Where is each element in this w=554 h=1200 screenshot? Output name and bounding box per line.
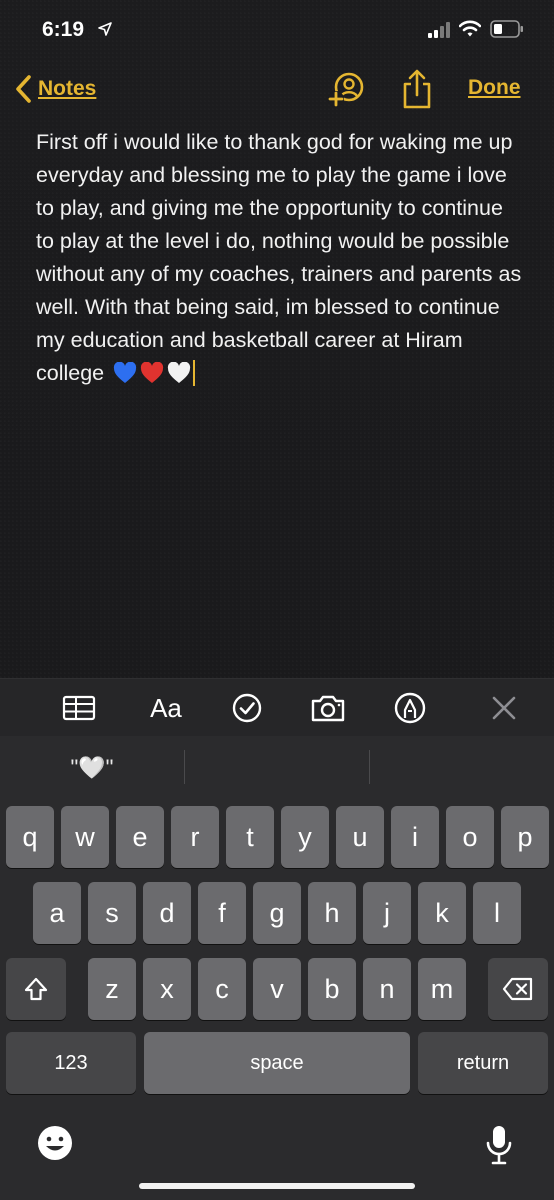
key-t[interactable]: t	[226, 806, 274, 868]
key-i[interactable]: i	[391, 806, 439, 868]
done-button[interactable]: Done	[468, 76, 521, 100]
key-m[interactable]: m	[418, 958, 466, 1020]
shift-arrow-icon	[24, 977, 48, 1001]
home-indicator	[139, 1183, 415, 1189]
notes-app: 6:19 Notes Done First off i would like t…	[0, 0, 554, 1200]
numbers-key[interactable]: 123	[6, 1032, 136, 1094]
chevron-left-icon	[16, 75, 31, 103]
key-r[interactable]: r	[171, 806, 219, 868]
key-l[interactable]: l	[473, 882, 521, 944]
backspace-icon	[502, 977, 533, 1001]
key-e[interactable]: e	[116, 806, 164, 868]
key-b[interactable]: b	[308, 958, 356, 1020]
key-a[interactable]: a	[33, 882, 81, 944]
back-label: Notes	[38, 77, 97, 100]
key-c[interactable]: c	[198, 958, 246, 1020]
text-format-icon: Aa	[150, 692, 182, 723]
microphone-icon[interactable]	[484, 1124, 514, 1166]
table-icon[interactable]	[62, 691, 96, 725]
key-n[interactable]: n	[363, 958, 411, 1020]
key-p[interactable]: p	[501, 806, 549, 868]
close-icon[interactable]	[490, 691, 518, 725]
suggestion-3[interactable]	[370, 736, 554, 800]
return-key[interactable]: return	[418, 1032, 548, 1094]
text-format-button[interactable]: Aa	[146, 691, 186, 725]
add-people-icon[interactable]	[326, 70, 366, 110]
text-cursor	[193, 360, 196, 386]
note-editor[interactable]: First off i would like to thank god for …	[36, 126, 522, 390]
markup-pen-icon[interactable]	[393, 691, 427, 725]
battery-icon	[490, 20, 523, 38]
checklist-icon[interactable]	[231, 691, 263, 725]
suggestion-bar: "🤍"	[0, 736, 554, 800]
key-v[interactable]: v	[253, 958, 301, 1020]
camera-icon[interactable]	[310, 691, 346, 725]
key-j[interactable]: j	[363, 882, 411, 944]
wifi-icon	[459, 20, 481, 37]
red-heart-icon	[141, 362, 164, 383]
delete-key[interactable]	[488, 958, 548, 1020]
blue-heart-icon	[114, 362, 137, 383]
key-u[interactable]: u	[336, 806, 384, 868]
key-y[interactable]: y	[281, 806, 329, 868]
key-z[interactable]: z	[88, 958, 136, 1020]
key-d[interactable]: d	[143, 882, 191, 944]
note-text: First off i would like to thank god for …	[36, 130, 522, 385]
key-k[interactable]: k	[418, 882, 466, 944]
cellular-signal-icon	[428, 22, 450, 38]
location-arrow-icon	[98, 22, 112, 36]
key-f[interactable]: f	[198, 882, 246, 944]
key-o[interactable]: o	[446, 806, 494, 868]
back-to-notes-button[interactable]: Notes	[14, 72, 96, 106]
status-time: 6:19	[42, 18, 85, 41]
key-h[interactable]: h	[308, 882, 356, 944]
white-heart-icon	[168, 362, 191, 383]
keyboard: "🤍" q w e r t y u i o p a s d f g h j k …	[0, 736, 554, 1200]
key-q[interactable]: q	[6, 806, 54, 868]
space-key[interactable]: space	[144, 1032, 410, 1094]
key-s[interactable]: s	[88, 882, 136, 944]
status-bar: 6:19	[0, 0, 554, 62]
suggestion-1[interactable]: "🤍"	[0, 736, 184, 800]
navigation-bar: Notes Done	[0, 62, 554, 118]
key-w[interactable]: w	[61, 806, 109, 868]
shift-key[interactable]	[6, 958, 66, 1020]
key-x[interactable]: x	[143, 958, 191, 1020]
emoji-icon[interactable]	[36, 1124, 74, 1162]
key-g[interactable]: g	[253, 882, 301, 944]
format-toolbar: Aa	[0, 678, 554, 737]
suggestion-2[interactable]	[185, 736, 369, 800]
share-icon[interactable]	[400, 68, 434, 110]
